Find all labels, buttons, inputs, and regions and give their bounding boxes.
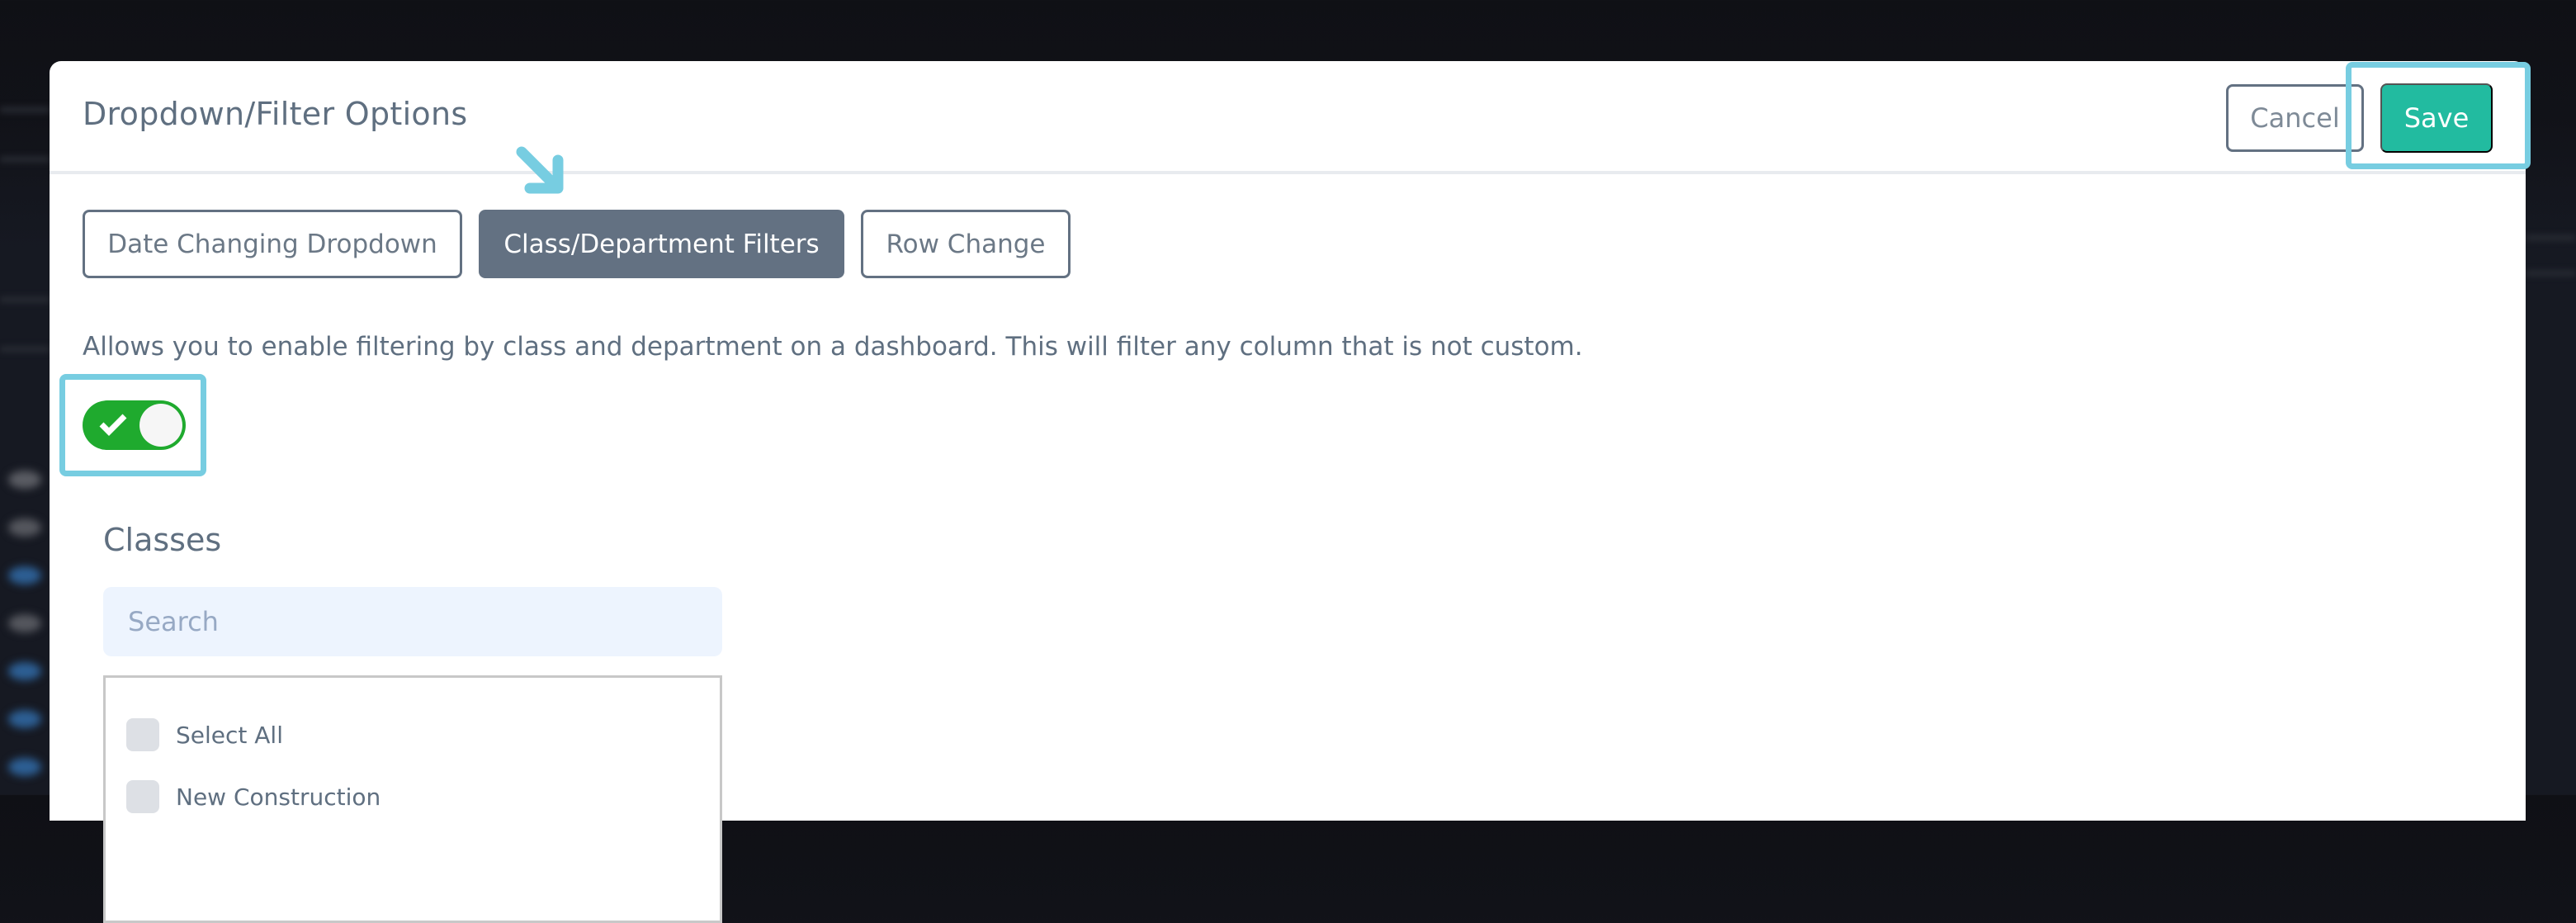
filter-description: Allows you to enable filtering by class … <box>83 332 1583 362</box>
background-line <box>2526 235 2576 240</box>
background-line <box>0 107 50 112</box>
background-eye-icon <box>8 614 41 632</box>
toggle-knob <box>139 404 182 447</box>
list-item-select-all[interactable]: Select All <box>126 718 283 751</box>
tab-class-department-filters[interactable]: Class/Department Filters <box>479 210 844 278</box>
modal-title: Dropdown/Filter Options <box>83 96 468 132</box>
background-line <box>0 157 50 162</box>
save-button[interactable]: Save <box>2380 83 2493 153</box>
checkbox[interactable] <box>126 780 159 813</box>
list-item-new-construction[interactable]: New Construction <box>126 780 380 813</box>
classes-search-input[interactable] <box>103 587 722 656</box>
background-eye-icon <box>8 662 41 680</box>
checkbox[interactable] <box>126 718 159 751</box>
modal-header: Dropdown/Filter Options Cancel Save <box>50 61 2526 174</box>
background-eye-icon <box>8 566 41 585</box>
classes-list[interactable]: Select All New Construction <box>103 675 722 923</box>
background-eye-icon <box>8 471 41 489</box>
list-item-label: New Construction <box>176 783 381 811</box>
list-item-label: Select All <box>176 721 283 749</box>
background-line <box>0 347 50 352</box>
enable-filter-toggle[interactable] <box>83 400 186 450</box>
background-line <box>2526 271 2576 276</box>
tab-date-changing-dropdown[interactable]: Date Changing Dropdown <box>83 210 462 278</box>
background-line <box>0 297 50 302</box>
tab-row-change[interactable]: Row Change <box>861 210 1071 278</box>
background-eye-icon <box>8 710 41 728</box>
background-eye-icon <box>8 518 41 537</box>
classes-heading: Classes <box>103 522 222 558</box>
check-icon <box>99 414 127 436</box>
cancel-button[interactable]: Cancel <box>2226 84 2364 152</box>
filter-options-modal: Dropdown/Filter Options Cancel Save Date… <box>50 61 2526 923</box>
background-eye-icon <box>8 758 41 776</box>
